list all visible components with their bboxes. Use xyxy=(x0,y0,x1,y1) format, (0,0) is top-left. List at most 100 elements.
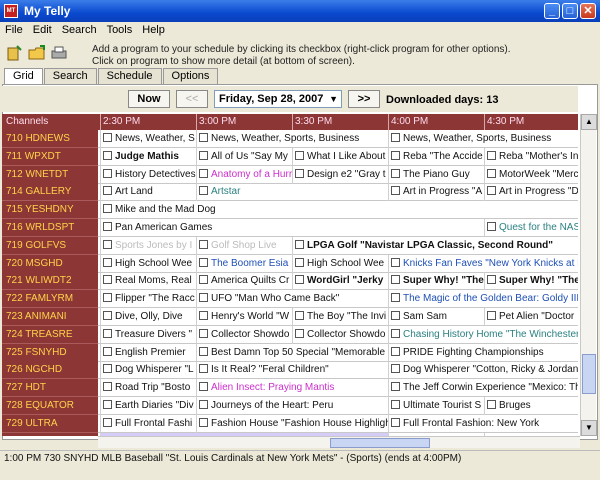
add-to-schedule-checkbox[interactable] xyxy=(199,168,208,178)
channel-name[interactable]: 716 WRLDSPT xyxy=(2,219,98,237)
program-cell[interactable]: Flipper "The Racc xyxy=(100,290,196,309)
menu-tools[interactable]: Tools xyxy=(102,22,138,38)
program-cell[interactable]: MotorWeek "Merc xyxy=(484,165,578,184)
channel-name[interactable]: 715 YESHDNY xyxy=(2,201,98,220)
add-to-schedule-checkbox[interactable] xyxy=(391,186,400,196)
program-cell[interactable]: Henry's World "W xyxy=(196,308,292,326)
add-to-schedule-checkbox[interactable] xyxy=(103,204,112,214)
channel-name[interactable]: 712 WNETDT xyxy=(2,165,98,184)
add-to-schedule-checkbox[interactable] xyxy=(295,275,304,285)
program-cell[interactable]: WordGirl "Jerky xyxy=(292,272,388,291)
program-cell[interactable]: Super Why! "The xyxy=(388,272,484,291)
channel-name[interactable]: 723 ANIMANI xyxy=(2,308,98,326)
add-to-schedule-checkbox[interactable] xyxy=(295,328,304,338)
program-cell[interactable]: What I Like About xyxy=(292,147,388,166)
program-cell[interactable]: Ultimate Tourist S xyxy=(388,397,484,415)
program-cell[interactable]: Chasing History Home "The Winchester xyxy=(388,325,578,344)
add-to-schedule-checkbox[interactable] xyxy=(199,364,208,374)
tab-options[interactable]: Options xyxy=(162,68,219,84)
add-to-schedule-checkbox[interactable] xyxy=(487,222,496,231)
scroll-thumb[interactable] xyxy=(582,354,596,394)
program-cell[interactable]: High School Wee xyxy=(100,254,196,273)
program-cell[interactable]: PRIDE Fighting Championships xyxy=(388,343,578,362)
add-to-schedule-checkbox[interactable] xyxy=(391,382,400,392)
add-to-schedule-checkbox[interactable] xyxy=(103,364,112,374)
channel-name[interactable]: 720 MSGHD xyxy=(2,254,98,273)
add-to-schedule-checkbox[interactable] xyxy=(103,328,112,338)
program-cell[interactable]: Best Damn Top 50 Special "Memorable B xyxy=(196,343,388,362)
menu-search[interactable]: Search xyxy=(57,22,102,38)
add-to-schedule-checkbox[interactable] xyxy=(103,417,112,427)
program-cell[interactable]: Design e2 "Gray t xyxy=(292,165,388,184)
channel-name[interactable]: 727 HDT xyxy=(2,379,98,398)
channel-name[interactable]: 710 HDNEWS xyxy=(2,130,98,148)
program-cell[interactable]: Judge Mathis xyxy=(100,147,196,166)
program-cell[interactable]: Bruges xyxy=(484,397,578,415)
channel-name[interactable]: 714 GALLERY xyxy=(2,183,98,202)
add-to-schedule-checkbox[interactable] xyxy=(103,150,112,160)
scroll-up-icon[interactable]: ▲ xyxy=(581,114,597,130)
add-to-schedule-checkbox[interactable] xyxy=(103,239,112,249)
maximize-button[interactable]: □ xyxy=(562,3,578,19)
add-to-schedule-checkbox[interactable] xyxy=(391,150,400,160)
add-to-schedule-checkbox[interactable] xyxy=(103,400,112,409)
add-to-schedule-checkbox[interactable] xyxy=(391,400,400,409)
minimize-button[interactable]: _ xyxy=(544,3,560,19)
program-cell[interactable]: Dive, Olly, Dive xyxy=(100,308,196,326)
add-to-schedule-checkbox[interactable] xyxy=(391,328,400,338)
program-cell[interactable]: Pan American Games xyxy=(100,219,484,237)
add-to-schedule-checkbox[interactable] xyxy=(103,257,112,267)
program-cell[interactable]: Mike and the Mad Dog xyxy=(100,201,578,220)
print-icon[interactable] xyxy=(50,44,68,62)
add-to-schedule-checkbox[interactable] xyxy=(391,168,400,178)
program-cell[interactable]: The Boy "The Invi xyxy=(292,308,388,326)
program-cell[interactable]: Full Frontal Fashion: New York xyxy=(388,414,578,433)
program-cell[interactable]: Quest for the NAS xyxy=(484,219,578,237)
hscroll-thumb[interactable] xyxy=(330,438,430,448)
program-cell[interactable]: Art in Progress "A xyxy=(388,183,484,202)
menu-help[interactable]: Help xyxy=(137,22,170,38)
add-to-schedule-checkbox[interactable] xyxy=(391,346,400,356)
add-to-schedule-checkbox[interactable] xyxy=(199,186,208,196)
add-to-schedule-checkbox[interactable] xyxy=(103,275,112,285)
add-to-schedule-checkbox[interactable] xyxy=(199,400,208,409)
add-to-schedule-checkbox[interactable] xyxy=(103,382,112,392)
program-cell[interactable]: Real Moms, Real xyxy=(100,272,196,291)
add-to-schedule-checkbox[interactable] xyxy=(295,168,304,178)
add-to-schedule-checkbox[interactable] xyxy=(295,150,304,160)
program-cell[interactable]: English Premier xyxy=(100,343,196,362)
add-to-schedule-checkbox[interactable] xyxy=(295,239,304,249)
program-cell[interactable]: The Magic of the Golden Bear: Goldy III xyxy=(388,290,578,309)
add-to-schedule-checkbox[interactable] xyxy=(103,168,112,178)
add-to-schedule-checkbox[interactable] xyxy=(103,222,112,231)
add-to-schedule-checkbox[interactable] xyxy=(103,346,112,356)
add-to-schedule-checkbox[interactable] xyxy=(391,275,400,285)
channel-name[interactable]: 728 EQUATOR xyxy=(2,397,98,415)
add-to-schedule-checkbox[interactable] xyxy=(199,275,208,285)
program-cell[interactable]: Fashion House "Fashion House Highligh xyxy=(196,414,388,433)
menu-edit[interactable]: Edit xyxy=(28,22,57,38)
program-cell[interactable]: UFO "Man Who Came Back" xyxy=(196,290,388,309)
program-cell[interactable]: Is It Real? "Feral Children" xyxy=(196,361,388,380)
now-button[interactable]: Now xyxy=(128,90,170,108)
add-to-schedule-checkbox[interactable] xyxy=(199,311,208,320)
add-to-schedule-checkbox[interactable] xyxy=(487,150,496,160)
channel-name[interactable]: 721 WLIWDT2 xyxy=(2,272,98,291)
channel-name[interactable]: 724 TREASRE xyxy=(2,325,98,344)
program-cell[interactable]: Dog Whisperer "L xyxy=(100,361,196,380)
channel-name[interactable]: 725 FSNYHD xyxy=(2,343,98,362)
program-cell[interactable]: High School Wee xyxy=(292,254,388,273)
program-cell[interactable]: Anatomy of a Hurr xyxy=(196,165,292,184)
program-cell[interactable]: Full Frontal Fashi xyxy=(100,414,196,433)
program-cell[interactable]: Collector Showdo xyxy=(292,325,388,344)
scroll-down-icon[interactable]: ▼ xyxy=(581,420,597,436)
channel-name[interactable]: 711 WPXDT xyxy=(2,147,98,166)
program-cell[interactable]: Artstar xyxy=(196,183,388,202)
program-cell[interactable]: Treasure Divers " xyxy=(100,325,196,344)
program-cell[interactable]: Alien Insect: Praying Mantis xyxy=(196,379,388,398)
add-to-schedule-checkbox[interactable] xyxy=(103,133,112,142)
horizontal-scrollbar[interactable] xyxy=(98,436,580,448)
program-cell[interactable]: Journeys of the Heart: Peru xyxy=(196,397,388,415)
vertical-scrollbar[interactable]: ▲ ▼ xyxy=(580,114,597,436)
program-cell[interactable]: Dog Whisperer "Cotton, Ricky & Jordan, a xyxy=(388,361,578,380)
